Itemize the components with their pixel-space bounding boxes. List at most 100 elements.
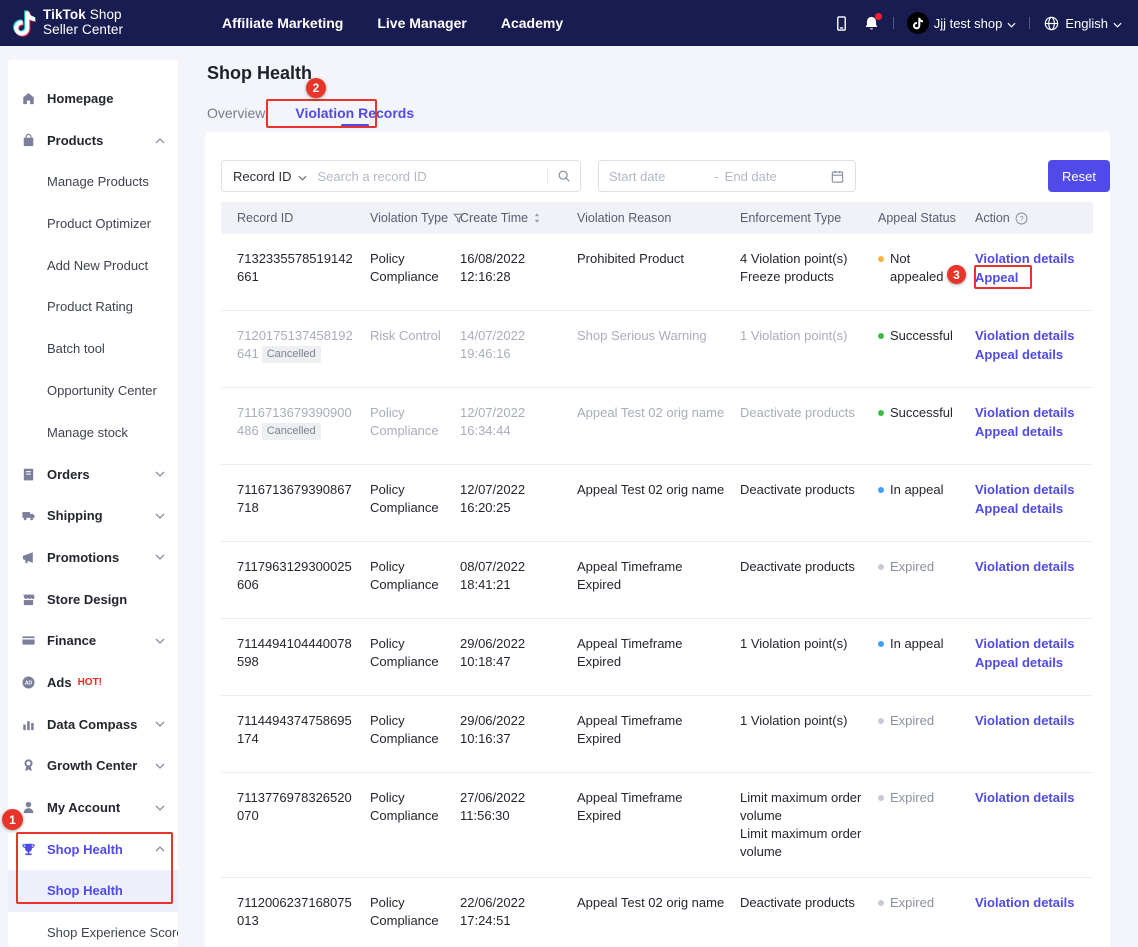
nav-live-manager[interactable]: Live Manager [377, 15, 466, 31]
violation-details-link[interactable]: Violation details [975, 481, 1081, 499]
violation-reason-cell: Appeal Timeframe Expired [577, 635, 740, 671]
enforcement-type-cell: Limit maximum order volumeLimit maximum … [740, 789, 878, 861]
sidebar-item-growth-center[interactable]: Growth Center [8, 745, 178, 787]
sidebar-item-label: Promotions [47, 550, 119, 565]
enforcement-type-cell: 4 Violation point(s)Freeze products [740, 250, 878, 286]
violation-details-link[interactable]: Violation details [975, 789, 1081, 807]
sidebar-subitem-shop-experience-score[interactable]: Shop Experience Score [8, 912, 178, 947]
promotions-icon [21, 550, 37, 565]
search-field-select[interactable]: Record ID [222, 169, 311, 184]
sidebar-subitem-shop-health[interactable]: Shop Health [8, 870, 178, 912]
sidebar-item-orders[interactable]: Orders [8, 453, 178, 495]
reset-button[interactable]: Reset [1048, 160, 1110, 192]
date-range-separator: - [714, 169, 718, 184]
sidebar-nav: Homepage Products Manage ProductsProduct… [8, 78, 178, 947]
sidebar-subitem-add-new-product[interactable]: Add New Product [8, 245, 178, 287]
end-date-input[interactable]: End date [725, 169, 824, 184]
sort-icon[interactable] [533, 212, 541, 224]
sidebar-item-my-account[interactable]: My Account [8, 787, 178, 829]
my-account-icon [21, 800, 37, 815]
create-time-cell: 16/08/202212:16:28 [460, 250, 577, 286]
create-time-cell: 14/07/202219:46:16 [460, 327, 577, 363]
date-range-picker[interactable]: Start date - End date [598, 160, 856, 192]
appeal-details-link[interactable]: Appeal details [975, 423, 1081, 441]
sidebar-subitem-batch-tool[interactable]: Batch tool [8, 328, 178, 370]
violation-details-link[interactable]: Violation details [975, 558, 1081, 576]
record-id-cell: 7120175137458192641Cancelled [237, 327, 370, 363]
violation-details-link[interactable]: Violation details [975, 250, 1081, 268]
chevron-down-icon [155, 554, 165, 560]
sidebar-item-finance[interactable]: Finance [8, 620, 178, 662]
enforcement-type-cell: 1 Violation point(s) [740, 327, 878, 345]
enforcement-type-cell: Deactivate products [740, 404, 878, 422]
shop-account-menu[interactable]: Jjj test shop [907, 12, 1017, 34]
status-dot [878, 900, 884, 906]
violation-reason-cell: Appeal Test 02 orig name [577, 481, 740, 499]
record-id: 7117963129300025606 [237, 559, 352, 592]
sidebar-item-products[interactable]: Products [8, 120, 178, 162]
hot-badge: HOT! [78, 677, 102, 688]
chevron-down-icon [155, 471, 165, 477]
status-dot [878, 256, 884, 262]
create-time-cell: 12/07/202216:34:44 [460, 404, 577, 440]
nav-affiliate-marketing[interactable]: Affiliate Marketing [222, 15, 343, 31]
column-record-id: Record ID [237, 211, 370, 225]
action-cell: Violation details [975, 789, 1093, 808]
chevron-down-icon [155, 805, 165, 811]
violation-details-link[interactable]: Violation details [975, 894, 1081, 912]
sidebar-item-homepage[interactable]: Homepage [8, 78, 178, 120]
violation-type-cell: Policy Compliance [370, 712, 460, 748]
growth-center-icon [21, 758, 37, 773]
sidebar-item-shipping[interactable]: Shipping [8, 495, 178, 537]
sidebar-item-label: Growth Center [47, 758, 137, 773]
violation-details-link[interactable]: Violation details [975, 635, 1081, 653]
tab-violation-records[interactable]: Violation Records [295, 105, 414, 129]
status-dot [878, 795, 884, 801]
start-date-input[interactable]: Start date [609, 169, 708, 184]
sidebar-subitem-manage-stock[interactable]: Manage stock [8, 412, 178, 454]
violation-details-link[interactable]: Violation details [975, 712, 1081, 730]
search-icon[interactable] [548, 169, 580, 183]
sidebar-item-promotions[interactable]: Promotions [8, 537, 178, 579]
violation-type-cell: Policy Compliance [370, 558, 460, 594]
record-id: 7132335578519142661 [237, 251, 353, 284]
mobile-app-icon[interactable] [833, 15, 850, 32]
violation-type-cell: Policy Compliance [370, 894, 460, 930]
chevron-down-icon [1113, 16, 1122, 31]
status-text: Successful [890, 404, 953, 422]
appeal-details-link[interactable]: Appeal details [975, 346, 1081, 364]
record-id: 7112006237168075013 [237, 895, 352, 928]
tiktok-shop-logo[interactable]: TikTok Shop Seller Center [0, 8, 200, 37]
violation-type-cell: Policy Compliance [370, 635, 460, 671]
orders-icon [21, 467, 37, 482]
help-icon[interactable]: ? [1015, 212, 1028, 225]
appeal-status-cell: Expired [878, 558, 975, 576]
language-selector[interactable]: English [1043, 15, 1122, 32]
status-dot [878, 333, 884, 339]
sidebar-subitem-manage-products[interactable]: Manage Products [8, 161, 178, 203]
top-nav-links: Affiliate Marketing Live Manager Academy [222, 15, 563, 31]
violation-type-cell: Policy Compliance [370, 481, 460, 517]
chevron-down-icon [155, 638, 165, 644]
sidebar-item-ads[interactable]: AD Ads HOT! [8, 662, 178, 704]
action-cell: Violation details [975, 894, 1093, 913]
sidebar-item-shop-health[interactable]: Shop Health [8, 828, 178, 870]
appeal-details-link[interactable]: Appeal details [975, 500, 1081, 518]
appeal-link[interactable]: Appeal [975, 269, 1081, 287]
sidebar: Homepage Products Manage ProductsProduct… [8, 60, 178, 947]
nav-academy[interactable]: Academy [501, 15, 563, 31]
sidebar-item-data-compass[interactable]: Data Compass [8, 703, 178, 745]
sidebar-subitem-product-optimizer[interactable]: Product Optimizer [8, 203, 178, 245]
sidebar-subitem-product-rating[interactable]: Product Rating [8, 286, 178, 328]
sidebar-item-store-design[interactable]: Store Design [8, 578, 178, 620]
violation-details-link[interactable]: Violation details [975, 404, 1081, 422]
notification-bell-icon[interactable] [863, 15, 880, 32]
home-icon [21, 91, 37, 106]
create-time-cell: 22/06/202217:24:51 [460, 894, 577, 930]
tab-overview[interactable]: Overview [207, 105, 265, 129]
violation-details-link[interactable]: Violation details [975, 327, 1081, 345]
appeal-details-link[interactable]: Appeal details [975, 654, 1081, 672]
sidebar-subitem-opportunity-center[interactable]: Opportunity Center [8, 370, 178, 412]
search-input[interactable]: Search a record ID [311, 169, 547, 184]
status-dot [878, 487, 884, 493]
